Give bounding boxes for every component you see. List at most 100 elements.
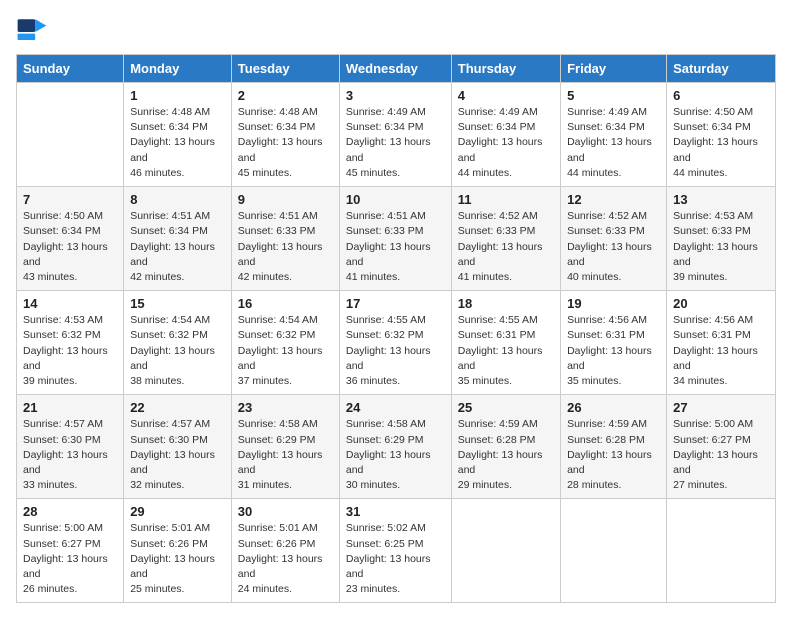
daylight-text-cont: 25 minutes. <box>130 582 225 597</box>
day-detail: Sunrise: 4:57 AMSunset: 6:30 PMDaylight:… <box>130 417 225 493</box>
daylight-text: Daylight: 13 hours and <box>130 552 225 582</box>
calendar-header: SundayMondayTuesdayWednesdayThursdayFrid… <box>17 55 776 83</box>
daylight-text-cont: 45 minutes. <box>346 166 445 181</box>
calendar-cell: 8Sunrise: 4:51 AMSunset: 6:34 PMDaylight… <box>124 187 232 291</box>
sunrise-text: Sunrise: 4:54 AM <box>238 313 333 328</box>
sunrise-text: Sunrise: 4:58 AM <box>346 417 445 432</box>
calendar-cell: 13Sunrise: 4:53 AMSunset: 6:33 PMDayligh… <box>667 187 776 291</box>
sunrise-text: Sunrise: 4:58 AM <box>238 417 333 432</box>
sunrise-text: Sunrise: 4:48 AM <box>238 105 333 120</box>
sunset-text: Sunset: 6:30 PM <box>23 433 117 448</box>
sunrise-text: Sunrise: 4:59 AM <box>567 417 660 432</box>
day-detail: Sunrise: 4:57 AMSunset: 6:30 PMDaylight:… <box>23 417 117 493</box>
day-detail: Sunrise: 4:53 AMSunset: 6:32 PMDaylight:… <box>23 313 117 389</box>
day-detail: Sunrise: 5:01 AMSunset: 6:26 PMDaylight:… <box>238 521 333 597</box>
calendar-cell: 22Sunrise: 4:57 AMSunset: 6:30 PMDayligh… <box>124 395 232 499</box>
daylight-text: Daylight: 13 hours and <box>130 344 225 374</box>
sunset-text: Sunset: 6:28 PM <box>567 433 660 448</box>
calendar-cell: 26Sunrise: 4:59 AMSunset: 6:28 PMDayligh… <box>561 395 667 499</box>
day-of-week-header: Tuesday <box>231 55 339 83</box>
calendar-cell: 3Sunrise: 4:49 AMSunset: 6:34 PMDaylight… <box>339 83 451 187</box>
sunrise-text: Sunrise: 4:49 AM <box>567 105 660 120</box>
calendar-cell: 1Sunrise: 4:48 AMSunset: 6:34 PMDaylight… <box>124 83 232 187</box>
sunrise-text: Sunrise: 4:52 AM <box>567 209 660 224</box>
day-detail: Sunrise: 4:51 AMSunset: 6:33 PMDaylight:… <box>238 209 333 285</box>
daylight-text: Daylight: 13 hours and <box>238 240 333 270</box>
calendar-cell: 31Sunrise: 5:02 AMSunset: 6:25 PMDayligh… <box>339 499 451 603</box>
calendar-cell: 5Sunrise: 4:49 AMSunset: 6:34 PMDaylight… <box>561 83 667 187</box>
sunrise-text: Sunrise: 4:57 AM <box>23 417 117 432</box>
calendar-cell: 15Sunrise: 4:54 AMSunset: 6:32 PMDayligh… <box>124 291 232 395</box>
calendar-cell: 14 Sunrise: 4:53 AMSunset: 6:32 PMDayligh… <box>17 291 124 395</box>
day-detail: Sunrise: 4:55 AMSunset: 6:31 PMDaylight:… <box>458 313 554 389</box>
day-detail: Sunrise: 4:56 AMSunset: 6:31 PMDaylight:… <box>567 313 660 389</box>
day-detail: Sunrise: 4:58 AMSunset: 6:29 PMDaylight:… <box>238 417 333 493</box>
calendar-cell: 20Sunrise: 4:56 AMSunset: 6:31 PMDayligh… <box>667 291 776 395</box>
day-number: 26 <box>567 400 660 415</box>
daylight-text: Daylight: 13 hours and <box>567 344 660 374</box>
calendar-cell: 30Sunrise: 5:01 AMSunset: 6:26 PMDayligh… <box>231 499 339 603</box>
day-number: 11 <box>458 192 554 207</box>
daylight-text: Daylight: 13 hours and <box>238 552 333 582</box>
day-number: 9 <box>238 192 333 207</box>
daylight-text-cont: 23 minutes. <box>346 582 445 597</box>
calendar-week-row: 28 Sunrise: 5:00 AMSunset: 6:27 PMDayligh… <box>17 499 776 603</box>
day-detail: Sunrise: 5:01 AMSunset: 6:26 PMDaylight:… <box>130 521 225 597</box>
day-detail: Sunrise: 5:00 AMSunset: 6:27 PMDaylight:… <box>23 521 117 597</box>
logo-icon <box>16 16 48 44</box>
day-number: 16 <box>238 296 333 311</box>
sunset-text: Sunset: 6:27 PM <box>23 537 117 552</box>
day-number: 5 <box>567 88 660 103</box>
daylight-text-cont: 41 minutes. <box>458 270 554 285</box>
day-detail: Sunrise: 4:58 AMSunset: 6:29 PMDaylight:… <box>346 417 445 493</box>
page-header <box>16 16 776 44</box>
day-number: 24 <box>346 400 445 415</box>
daylight-text: Daylight: 13 hours and <box>238 135 333 165</box>
sunrise-text: Sunrise: 5:01 AM <box>238 521 333 536</box>
day-detail: Sunrise: 4:51 AMSunset: 6:33 PMDaylight:… <box>346 209 445 285</box>
calendar-cell: 6Sunrise: 4:50 AMSunset: 6:34 PMDaylight… <box>667 83 776 187</box>
sunset-text: Sunset: 6:25 PM <box>346 537 445 552</box>
sunset-text: Sunset: 6:30 PM <box>130 433 225 448</box>
daylight-text: Daylight: 13 hours and <box>130 448 225 478</box>
day-number: 28 <box>23 504 117 519</box>
daylight-text-cont: 44 minutes. <box>458 166 554 181</box>
sunset-text: Sunset: 6:32 PM <box>130 328 225 343</box>
calendar-cell: 24 Sunrise: 4:58 AMSunset: 6:29 PMDayligh… <box>339 395 451 499</box>
calendar-cell: 21Sunrise: 4:57 AMSunset: 6:30 PMDayligh… <box>17 395 124 499</box>
sunset-text: Sunset: 6:34 PM <box>130 224 225 239</box>
sunset-text: Sunset: 6:34 PM <box>567 120 660 135</box>
sunrise-text: Sunrise: 4:51 AM <box>238 209 333 224</box>
sunrise-text: Sunrise: 4:56 AM <box>673 313 769 328</box>
calendar-cell <box>451 499 560 603</box>
day-detail: Sunrise: 4:51 AMSunset: 6:34 PMDaylight:… <box>130 209 225 285</box>
daylight-text: Daylight: 13 hours and <box>673 344 769 374</box>
sunset-text: Sunset: 6:33 PM <box>673 224 769 239</box>
day-number: 6 <box>673 88 769 103</box>
sunset-text: Sunset: 6:33 PM <box>567 224 660 239</box>
daylight-text: Daylight: 13 hours and <box>346 448 445 478</box>
calendar-week-row: 7Sunrise: 4:50 AMSunset: 6:34 PMDaylight… <box>17 187 776 291</box>
sunset-text: Sunset: 6:27 PM <box>673 433 769 448</box>
daylight-text-cont: 29 minutes. <box>458 478 554 493</box>
sunset-text: Sunset: 6:33 PM <box>238 224 333 239</box>
daylight-text-cont: 35 minutes. <box>567 374 660 389</box>
sunrise-text: Sunrise: 5:01 AM <box>130 521 225 536</box>
sunrise-text: Sunrise: 5:00 AM <box>673 417 769 432</box>
daylight-text: Daylight: 13 hours and <box>458 344 554 374</box>
day-detail: Sunrise: 4:50 AMSunset: 6:34 PMDaylight:… <box>23 209 117 285</box>
day-detail: Sunrise: 4:48 AMSunset: 6:34 PMDaylight:… <box>238 105 333 181</box>
sunrise-text: Sunrise: 4:51 AM <box>130 209 225 224</box>
day-detail: Sunrise: 4:52 AMSunset: 6:33 PMDaylight:… <box>458 209 554 285</box>
calendar-week-row: 21Sunrise: 4:57 AMSunset: 6:30 PMDayligh… <box>17 395 776 499</box>
day-number: 1 <box>130 88 225 103</box>
day-number: 10 <box>346 192 445 207</box>
daylight-text: Daylight: 13 hours and <box>458 448 554 478</box>
daylight-text-cont: 33 minutes. <box>23 478 117 493</box>
sunrise-text: Sunrise: 4:53 AM <box>23 313 117 328</box>
daylight-text-cont: 27 minutes. <box>673 478 769 493</box>
sunrise-text: Sunrise: 4:51 AM <box>346 209 445 224</box>
day-detail: Sunrise: 4:54 AMSunset: 6:32 PMDaylight:… <box>238 313 333 389</box>
day-number: 14 <box>23 296 117 311</box>
calendar-cell: 7Sunrise: 4:50 AMSunset: 6:34 PMDaylight… <box>17 187 124 291</box>
